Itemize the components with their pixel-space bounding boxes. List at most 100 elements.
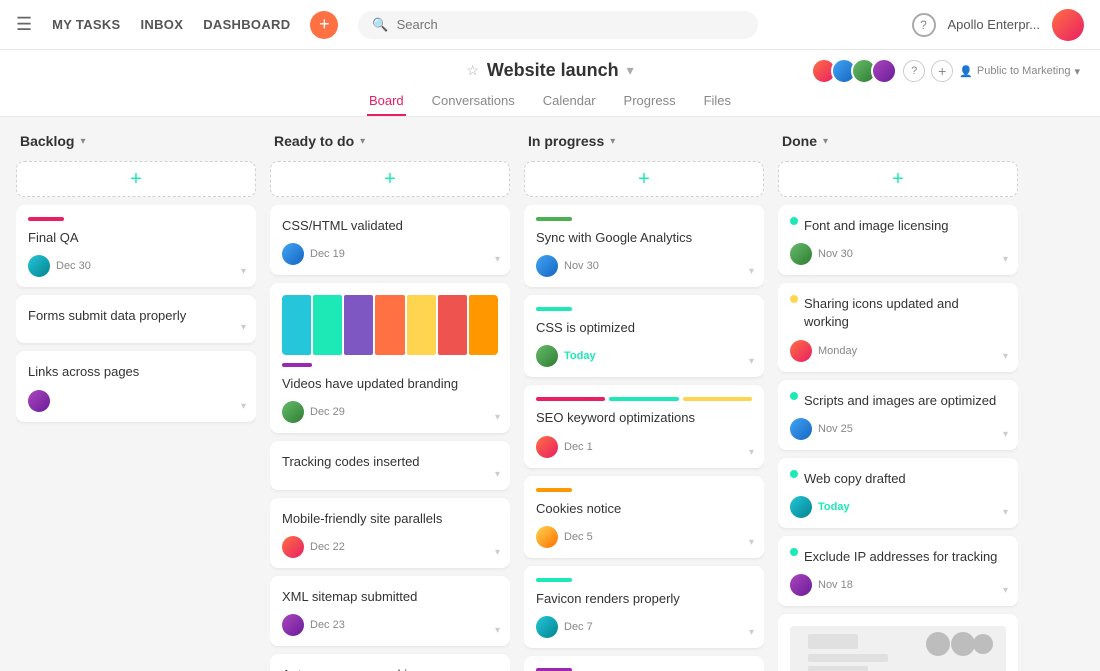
card-color-bar <box>536 488 572 492</box>
card-seo-keywords[interactable]: SEO keyword optimizations Dec 1 ▾ <box>524 385 764 467</box>
backlog-chevron-icon[interactable]: ▾ <box>80 136 85 147</box>
project-title[interactable]: Website launch <box>487 60 619 81</box>
card-links-pages[interactable]: Links across pages ▾ <box>16 351 256 421</box>
card-expand-icon[interactable]: ▾ <box>241 322 246 333</box>
project-header-right: ? + 👤 Public to Marketing ▾ <box>811 58 1080 84</box>
done-chevron-icon[interactable]: ▾ <box>823 136 828 147</box>
column-done: Done ▾ + Font and image licensing Nov 30… <box>778 133 1018 671</box>
card-css-optimized[interactable]: CSS is optimized Today ▾ <box>524 295 764 377</box>
member-avatar-4[interactable] <box>871 58 897 84</box>
card-expand-icon[interactable]: ▾ <box>1003 351 1008 362</box>
ready-chevron-icon[interactable]: ▾ <box>360 136 365 147</box>
thumb-block-7 <box>469 295 498 355</box>
card-expand-icon[interactable]: ▾ <box>749 266 754 277</box>
column-inprogress-header: In progress ▾ <box>524 133 764 153</box>
card-footer: Nov 30 <box>536 255 752 277</box>
card-title: Videos have updated branding <box>282 375 498 393</box>
card-footer: Dec 5 <box>536 526 752 548</box>
card-done-thumb[interactable] <box>778 614 1018 671</box>
card-mobile-friendly[interactable]: Mobile-friendly site parallels Dec 22 ▾ <box>270 498 510 568</box>
card-date: Dec 5 <box>564 531 593 543</box>
tab-calendar[interactable]: Calendar <box>541 87 598 116</box>
card-expand-icon[interactable]: ▾ <box>495 469 500 480</box>
card-expand-icon[interactable]: ▾ <box>1003 254 1008 265</box>
done-card-header: Exclude IP addresses for tracking <box>790 548 1006 566</box>
org-name[interactable]: Apollo Enterpr... <box>948 17 1041 32</box>
card-expand-icon[interactable]: ▾ <box>1003 507 1008 518</box>
header-help-icon[interactable]: ? <box>903 60 925 82</box>
card-expand-icon[interactable]: ▾ <box>749 537 754 548</box>
inprogress-add-button[interactable]: + <box>524 161 764 197</box>
help-button[interactable]: ? <box>912 13 936 37</box>
card-sharing-icons[interactable]: Sharing icons updated and working Monday… <box>778 283 1018 371</box>
column-done-header: Done ▾ <box>778 133 1018 153</box>
card-date: Dec 19 <box>310 248 345 260</box>
card-expand-icon[interactable]: ▾ <box>241 266 246 277</box>
card-exclude-ip[interactable]: Exclude IP addresses for tracking Nov 18… <box>778 536 1018 606</box>
hamburger-icon[interactable]: ☰ <box>16 14 32 35</box>
done-card-header: Web copy drafted <box>790 470 1006 488</box>
card-forms-submit[interactable]: Forms submit data properly ▾ <box>16 295 256 343</box>
ready-add-button[interactable]: + <box>270 161 510 197</box>
card-title: Web copy drafted <box>804 470 1006 488</box>
card-css-html[interactable]: CSS/HTML validated Dec 19 ▾ <box>270 205 510 275</box>
done-thumb-svg <box>790 629 1006 671</box>
card-tracking-codes[interactable]: Tracking codes inserted ▾ <box>270 441 510 489</box>
card-expand-icon[interactable]: ▾ <box>749 447 754 458</box>
inbox-link[interactable]: INBOX <box>141 17 184 32</box>
card-videos-branding[interactable]: Videos have updated branding Dec 29 ▾ <box>270 283 510 433</box>
project-title-row: ☆ Website launch ▾ <box>466 60 633 81</box>
tab-progress[interactable]: Progress <box>622 87 678 116</box>
card-expand-icon[interactable]: ▾ <box>1003 585 1008 596</box>
card-final-qa[interactable]: Final QA Dec 30 ▾ <box>16 205 256 287</box>
card-expand-icon[interactable]: ▾ <box>749 356 754 367</box>
card-scripts-images[interactable]: Scripts and images are optimized Nov 25 … <box>778 380 1018 450</box>
card-cookies-notice[interactable]: Cookies notice Dec 5 ▾ <box>524 476 764 558</box>
tab-board[interactable]: Board <box>367 87 406 116</box>
inprogress-chevron-icon[interactable]: ▾ <box>610 136 615 147</box>
card-sync-ga[interactable]: Sync with Google Analytics Nov 30 ▾ <box>524 205 764 287</box>
my-tasks-link[interactable]: MY TASKS <box>52 17 120 32</box>
card-footer: Dec 22 <box>282 536 498 558</box>
user-avatar[interactable] <box>1052 9 1084 41</box>
create-button[interactable]: + <box>310 11 338 39</box>
card-expand-icon[interactable]: ▾ <box>495 547 500 558</box>
card-date: Today <box>564 350 596 362</box>
thumb-block-2 <box>313 295 342 355</box>
tab-files[interactable]: Files <box>702 87 733 116</box>
card-expand-icon[interactable]: ▾ <box>495 254 500 265</box>
card-favicon[interactable]: Favicon renders properly Dec 7 ▾ <box>524 566 764 648</box>
backlog-add-button[interactable]: + <box>16 161 256 197</box>
search-input[interactable] <box>397 17 745 32</box>
public-badge[interactable]: 👤 Public to Marketing ▾ <box>959 65 1080 78</box>
card-xml-sitemap[interactable]: XML sitemap submitted Dec 23 ▾ <box>270 576 510 646</box>
card-footer: Dec 30 <box>28 255 244 277</box>
done-add-button[interactable]: + <box>778 161 1018 197</box>
card-title: Cookies notice <box>536 500 752 518</box>
card-thumbnail <box>282 295 498 355</box>
card-avatar <box>28 255 50 277</box>
card-web-copy-reviewed[interactable]: Web copy reviewed Dec 9 ▾ <box>524 656 764 671</box>
tab-conversations[interactable]: Conversations <box>430 87 517 116</box>
dashboard-link[interactable]: DASHBOARD <box>203 17 290 32</box>
card-expand-icon[interactable]: ▾ <box>241 401 246 412</box>
card-avatar <box>536 436 558 458</box>
card-expand-icon[interactable]: ▾ <box>495 412 500 423</box>
card-avatar <box>536 345 558 367</box>
visibility-label: Public to Marketing <box>977 65 1071 77</box>
card-expand-icon[interactable]: ▾ <box>1003 429 1008 440</box>
card-font-licensing[interactable]: Font and image licensing Nov 30 ▾ <box>778 205 1018 275</box>
header-add-button[interactable]: + <box>931 60 953 82</box>
card-date: Dec 30 <box>56 260 91 272</box>
card-auto-responses[interactable]: Auto-responses working Dec 28 ▾ <box>270 654 510 671</box>
card-expand-icon[interactable]: ▾ <box>495 625 500 636</box>
card-title: Forms submit data properly <box>28 307 244 325</box>
card-web-copy-drafted[interactable]: Web copy drafted Today ▾ <box>778 458 1018 528</box>
card-footer: Nov 25 <box>790 418 1006 440</box>
search-bar[interactable]: 🔍 <box>358 11 758 39</box>
card-expand-icon[interactable]: ▾ <box>749 627 754 638</box>
card-avatar <box>282 536 304 558</box>
card-footer: Dec 23 <box>282 614 498 636</box>
column-done-title: Done <box>782 133 817 149</box>
dropdown-icon[interactable]: ▾ <box>627 62 634 79</box>
